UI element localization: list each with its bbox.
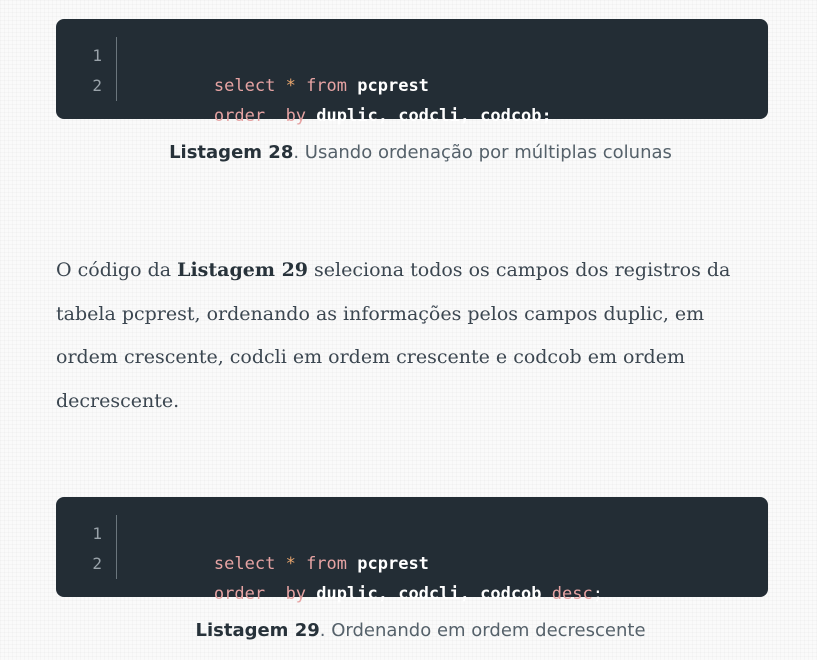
line-number: 2	[92, 554, 102, 573]
line-number: 1	[92, 524, 102, 543]
caption-text: . Ordenando em ordem decrescente	[319, 620, 646, 641]
listing-29-caption: Listagem 29. Ordenando em ordem decresce…	[12, 620, 817, 641]
sql-semicolon: ;	[592, 584, 603, 604]
body-paragraph: O código da Listagem 29 seleciona todos …	[56, 249, 746, 423]
code-line-2: 2 order by duplic, codcli, codcob;	[56, 71, 551, 126]
sql-column-codcob: codcob	[480, 584, 542, 604]
code-line-1: 1 select * from pcprest	[56, 519, 429, 574]
code-line-1: 1 select * from pcprest	[56, 41, 429, 96]
line-number: 2	[92, 76, 102, 95]
sql-column-codcli: codcli,	[398, 106, 470, 126]
code-line-2: 2 order by duplic, codcli, codcob desc;	[56, 549, 603, 604]
line-number: 1	[92, 46, 102, 65]
sql-column-duplic: duplic,	[316, 106, 388, 126]
paragraph-text-start: O código da	[56, 259, 178, 281]
line-number-gutter-divider	[116, 515, 117, 579]
caption-label: Listagem 28	[169, 142, 294, 163]
code-block-listing-29: 1 select * from pcprest 2 order by dupli…	[56, 497, 768, 604]
sql-keyword-by: by	[285, 106, 307, 126]
sql-column-codcli: codcli,	[398, 584, 470, 604]
sql-column-codcob: codcob;	[480, 106, 552, 126]
sql-keyword-desc: desc	[551, 584, 593, 604]
listing-28-caption: Listagem 28. Usando ordenação por múltip…	[12, 142, 817, 163]
line-number-gutter-divider	[116, 37, 117, 101]
paragraph-text-end: seleciona todos os campos dos registros …	[56, 259, 731, 412]
sql-keyword-by: by	[285, 584, 307, 604]
sql-column-duplic: duplic,	[316, 584, 388, 604]
caption-label: Listagem 29	[195, 620, 320, 641]
code-block-listing-28: 1 select * from pcprest 2 order by dupli…	[56, 19, 768, 126]
sql-keyword-order: order	[213, 584, 266, 604]
sql-keyword-order: order	[213, 106, 266, 126]
caption-text: . Usando ordenação por múltiplas colunas	[293, 142, 672, 163]
paragraph-listing-reference: Listagem 29	[177, 259, 309, 281]
